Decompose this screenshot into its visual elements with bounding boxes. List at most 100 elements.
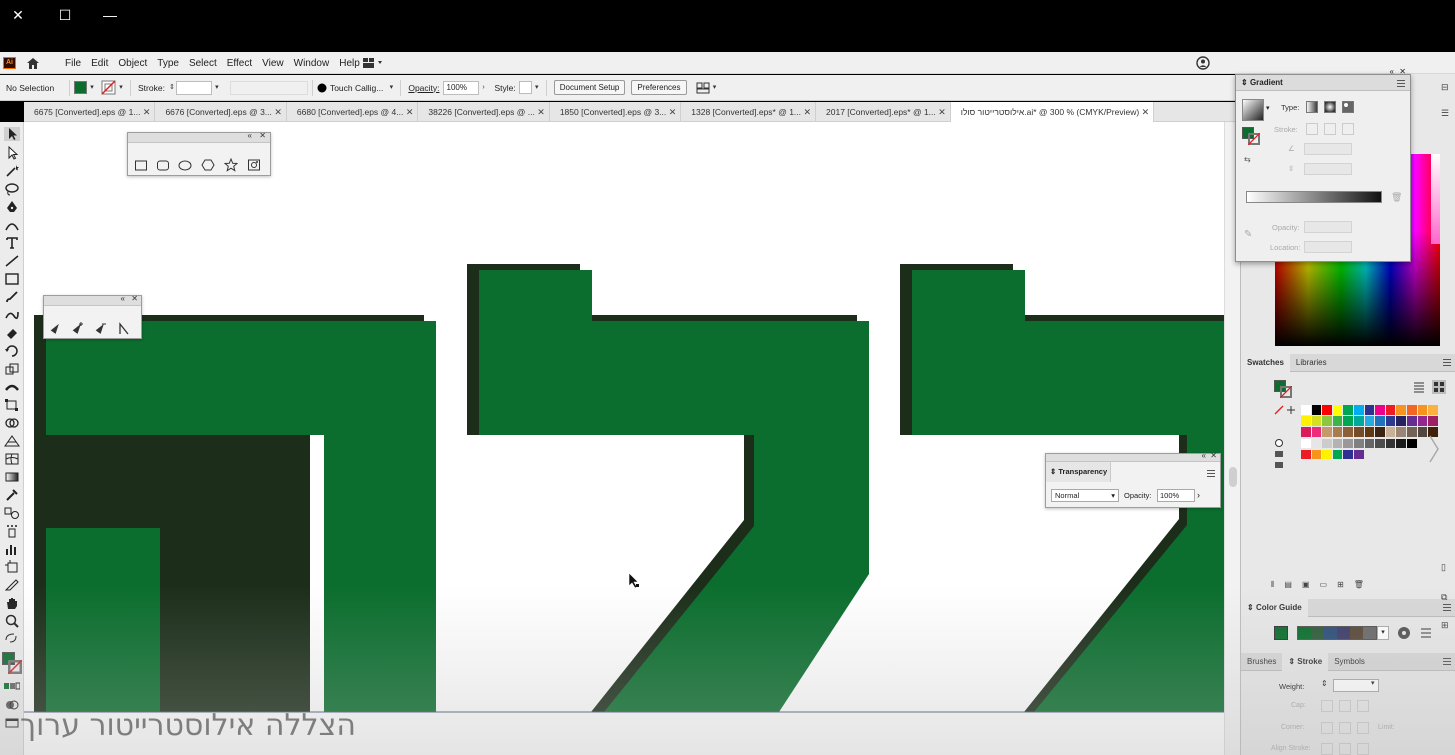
chevron-down-icon[interactable]: ▾ (116, 82, 126, 94)
swatch[interactable] (1332, 416, 1343, 426)
harmony-color[interactable] (1363, 627, 1376, 639)
chevron-right-icon[interactable]: › (479, 82, 489, 94)
swatch[interactable] (1343, 416, 1353, 426)
column-graph-tool-icon[interactable] (4, 542, 20, 556)
swatch[interactable] (1354, 449, 1364, 460)
gradient-slider[interactable] (1246, 191, 1382, 203)
tab-color-guide[interactable]: ⇕ Color Guide (1241, 598, 1308, 617)
swatch[interactable] (1343, 405, 1353, 415)
angle-input[interactable] (1304, 143, 1352, 155)
anchor-point-tool-icon[interactable] (117, 321, 131, 335)
swatch[interactable] (1301, 405, 1311, 415)
swatch[interactable] (1311, 416, 1322, 426)
gradient-stroke-indicator[interactable] (1248, 133, 1260, 145)
artboard-canvas[interactable]: « ✕ « ✕ « ✕ ⇕ Transparency Normal ▾ Opac… (24, 122, 1224, 755)
ellipse-tool-icon[interactable] (178, 158, 192, 172)
scale-tool-icon[interactable] (4, 362, 20, 376)
swatch[interactable] (1417, 427, 1428, 437)
menu-type[interactable]: Type (152, 58, 184, 69)
maximize-icon[interactable]: ☐ (55, 6, 75, 24)
gradient-tool-icon[interactable] (4, 470, 20, 484)
menu-view[interactable]: View (257, 58, 289, 69)
swatch[interactable] (1407, 416, 1417, 426)
stroke-across-button[interactable] (1342, 123, 1354, 135)
harmony-color[interactable] (1350, 627, 1363, 639)
type-tool-icon[interactable] (4, 236, 20, 250)
cap-buttons[interactable] (1321, 700, 1371, 712)
artboards-icon[interactable]: ⊞ (1441, 620, 1449, 631)
swatch[interactable] (1407, 438, 1417, 449)
freeform-gradient-button[interactable] (1342, 101, 1354, 113)
draw-mode-icon[interactable] (4, 698, 20, 712)
flyout-header[interactable]: « ✕ (128, 131, 270, 143)
tab-swatches[interactable]: Swatches (1241, 353, 1290, 372)
document-tab[interactable]: 2017 [Converted].eps* @ 1... ✕ (816, 102, 951, 122)
swatches-stroke-indicator[interactable] (1280, 386, 1292, 398)
swatch[interactable] (1396, 427, 1406, 437)
opacity-label[interactable]: Opacity: (408, 83, 439, 93)
tab-stroke[interactable]: ⇕ Stroke (1282, 652, 1329, 671)
color-mode-icons[interactable] (4, 680, 20, 694)
blend-mode-select[interactable]: Normal ▾ (1051, 489, 1119, 502)
swatch[interactable] (1385, 405, 1396, 415)
swatch[interactable] (1364, 438, 1375, 449)
blend-tool-icon[interactable] (4, 506, 20, 520)
chevron-down-icon[interactable]: ▾ (1266, 104, 1270, 112)
menu-object[interactable]: Object (113, 58, 152, 69)
layers-icon[interactable]: ⧉ (1441, 592, 1447, 603)
rotate-tool-icon[interactable] (4, 344, 20, 358)
tab-brushes[interactable]: Brushes (1241, 653, 1282, 671)
direct-selection-tool-icon[interactable] (4, 146, 20, 160)
swatch[interactable] (1311, 438, 1322, 449)
gradient-header[interactable]: ⇕ Gradient « ✕ (1236, 67, 1410, 91)
swatch[interactable] (1301, 438, 1311, 449)
arrange-documents-icon[interactable] (696, 81, 710, 95)
list-view-icon[interactable] (1413, 381, 1425, 393)
document-tab[interactable]: אילוסטרייטור סולו.ai* @ 300 % (CMYK/Prev… (950, 102, 1155, 122)
fill-stroke-indicator[interactable] (2, 652, 22, 676)
harmony-color[interactable] (1337, 627, 1350, 639)
selection-tool-icon[interactable] (4, 127, 20, 141)
stroke-weight-input[interactable] (175, 80, 212, 95)
swatch[interactable] (1428, 405, 1438, 415)
preferences-button[interactable]: Preferences (631, 80, 687, 95)
swatch[interactable] (1385, 427, 1396, 437)
radial-gradient-button[interactable] (1324, 101, 1336, 113)
graphic-style-swatch[interactable] (518, 81, 532, 94)
document-tab[interactable]: 6676 [Converted].eps @ 3... ✕ (155, 102, 287, 122)
opacity-input[interactable]: 100% (1157, 489, 1195, 502)
swatch[interactable] (1396, 405, 1406, 415)
fill-color-swatch[interactable] (74, 81, 87, 94)
swatch[interactable] (1354, 416, 1364, 426)
polygon-tool-icon[interactable] (201, 158, 215, 172)
linear-gradient-button[interactable] (1306, 101, 1318, 113)
swatch-options-icon[interactable]: ▣ (1302, 580, 1310, 594)
artboard-tool-icon[interactable] (4, 560, 20, 574)
swatch[interactable] (1322, 449, 1332, 460)
swatch[interactable] (1301, 416, 1311, 426)
line-segment-tool-icon[interactable] (4, 254, 20, 268)
chevron-right-icon[interactable] (1428, 434, 1440, 464)
new-swatch-icon[interactable]: ⊞ (1337, 580, 1344, 594)
swatch[interactable] (1343, 427, 1353, 437)
brush-name[interactable]: Touch Callig... (330, 83, 383, 93)
magic-wand-tool-icon[interactable] (4, 164, 20, 178)
collapse-icon[interactable]: « (121, 294, 125, 303)
pen-tool-icon[interactable] (4, 200, 20, 214)
harmony-color[interactable] (1324, 627, 1337, 639)
shaper-tool-icon[interactable] (4, 308, 20, 322)
user-account-icon[interactable] (1196, 56, 1210, 70)
opacity-input[interactable]: 100% (442, 80, 479, 95)
free-transform-tool-icon[interactable] (4, 398, 20, 412)
brush-icon[interactable]: ▯ (1441, 562, 1446, 573)
menu-effect[interactable]: Effect (222, 58, 257, 69)
chevron-down-icon[interactable]: ▾ (1371, 679, 1375, 687)
eraser-tool-icon[interactable] (4, 326, 20, 340)
add-anchor-point-tool-icon[interactable] (71, 321, 85, 335)
close-icon[interactable]: ✕ (8, 6, 28, 24)
swatch[interactable] (1396, 416, 1406, 426)
variable-width-profile[interactable] (229, 80, 308, 95)
flare-tool-icon[interactable] (247, 158, 261, 172)
close-tab-icon[interactable]: ✕ (803, 102, 811, 122)
flyout-header[interactable]: « ✕ (44, 294, 141, 306)
